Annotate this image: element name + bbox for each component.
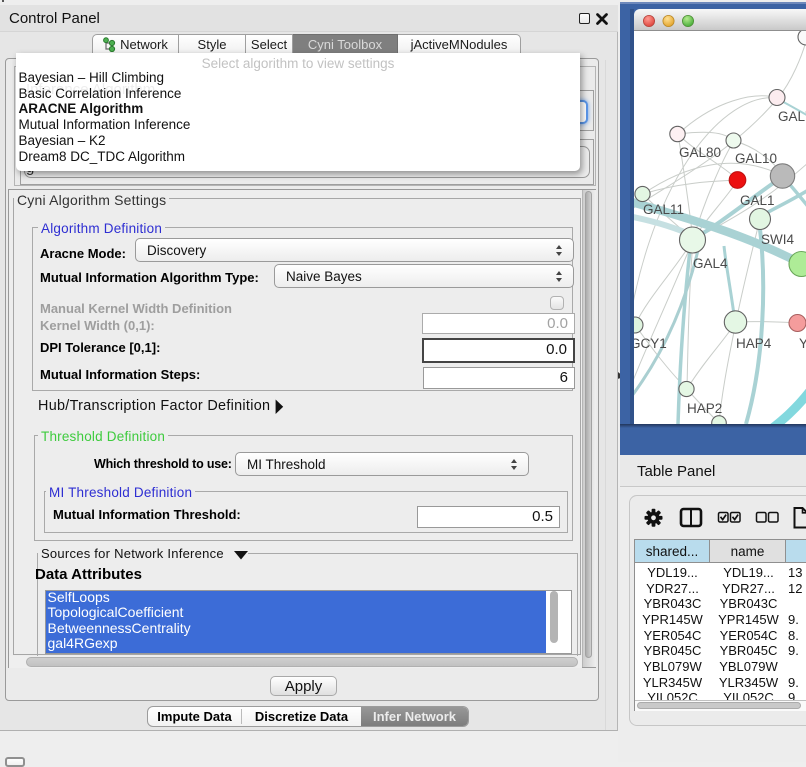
svg-text:GAL1: GAL1	[740, 193, 775, 208]
svg-text:GAL80: GAL80	[679, 145, 721, 160]
svg-text:GAL7: GAL7	[778, 109, 806, 124]
svg-text:GAL4: GAL4	[693, 256, 728, 271]
svg-text:GAL10: GAL10	[735, 151, 777, 166]
svg-text:HAP4: HAP4	[736, 336, 772, 351]
svg-text:Y: Y	[799, 336, 806, 351]
svg-text:GCY1: GCY1	[634, 336, 667, 351]
svg-text:HAP2: HAP2	[687, 401, 722, 416]
svg-text:SWI4: SWI4	[761, 232, 794, 247]
svg-text:GAL11: GAL11	[643, 202, 684, 217]
